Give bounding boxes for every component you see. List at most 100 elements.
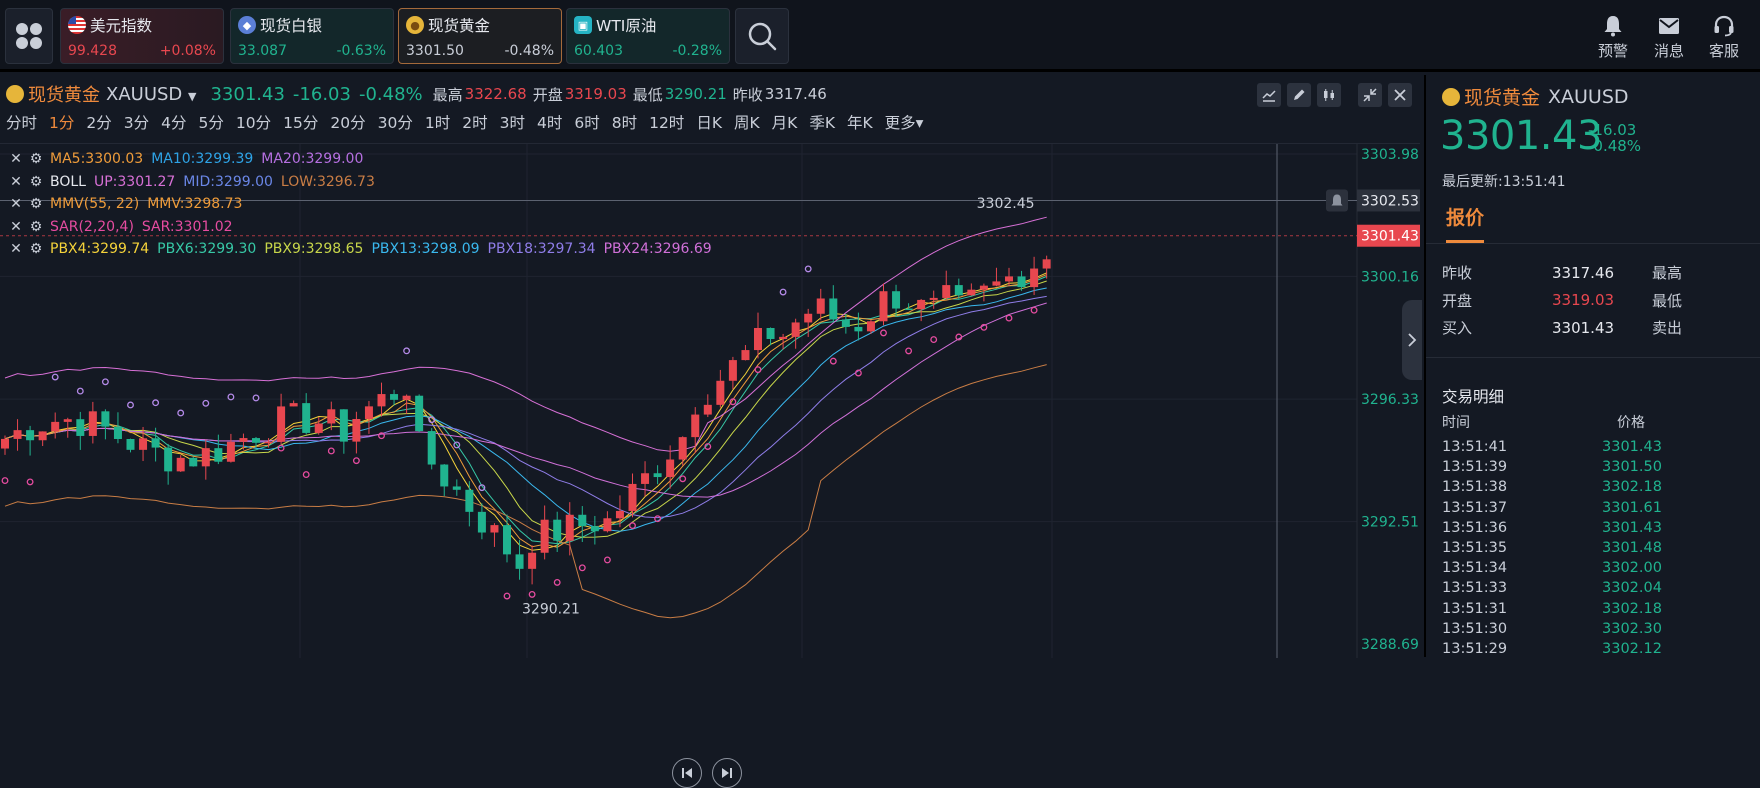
period-tab[interactable]: 1时 (425, 111, 450, 133)
period-tab[interactable]: 12时 (649, 111, 684, 133)
toggle-panel-button[interactable] (1402, 300, 1422, 380)
period-tab[interactable]: 15分 (283, 111, 318, 133)
candle-body (327, 409, 336, 424)
ma20-value: MA20:3299.00 (261, 151, 364, 168)
indicator-line (4, 302, 1047, 498)
gear-icon[interactable]: ⚙ (26, 151, 46, 167)
period-tab[interactable]: 4分 (161, 111, 186, 133)
trade-row: 13:51:38 3302.18 (1442, 479, 1662, 499)
apps-menu-button[interactable] (5, 8, 53, 64)
period-tab[interactable]: 5分 (199, 111, 224, 133)
ticker-wti-oil[interactable]: ▣ WTI原油 60.403 -0.28% (566, 8, 730, 64)
boll-band-line (4, 364, 1047, 619)
ticker-gold[interactable]: ● 现货黄金 3301.50 -0.48% (398, 8, 562, 64)
boll-low-value: LOW:3296.73 (280, 173, 375, 190)
pbx18-value: PBX18:3297.34 (487, 241, 596, 258)
candle-body (691, 414, 700, 438)
price-change-pct: -0.48% (358, 83, 423, 105)
ticker-silver[interactable]: ◆ 现货白银 33.087 -0.63% (230, 8, 394, 64)
low-value: 3290.21 (664, 85, 727, 103)
gear-icon[interactable]: ⚙ (26, 174, 46, 190)
trade-row: 13:51:37 3301.61 (1442, 500, 1662, 520)
skip-forward-icon (722, 768, 732, 778)
draw-tool-button[interactable] (1287, 83, 1311, 107)
close-icon[interactable]: ✕ (6, 151, 26, 167)
search-button[interactable] (735, 8, 789, 64)
crosshair-price-label: 3302.53 (1361, 193, 1419, 209)
tab-quote[interactable]: 报价 (1446, 203, 1484, 230)
period-tab[interactable]: 日K (696, 111, 722, 133)
close-icon[interactable]: ✕ (6, 241, 26, 257)
divider (1426, 357, 1760, 358)
period-tab[interactable]: 4时 (537, 111, 562, 133)
indicator-sar: ✕ ⚙ SAR(2,20,4) SAR:3301.02 (6, 216, 720, 239)
candle-body (63, 419, 72, 422)
period-tab[interactable]: 6时 (574, 111, 599, 133)
customer-service-button[interactable]: 客服 (1701, 14, 1747, 61)
period-tab[interactable]: 2时 (462, 111, 487, 133)
close-icon[interactable]: ✕ (6, 196, 26, 212)
ticker-usd-index[interactable]: 美元指数 99.428 +0.08% (60, 8, 224, 64)
period-tab[interactable]: 3时 (500, 111, 525, 133)
period-tab[interactable]: 10分 (236, 111, 271, 133)
pbx13-value: PBX13:3298.09 (371, 241, 480, 258)
close-icon[interactable]: ✕ (6, 219, 26, 235)
period-tab[interactable]: 周K (734, 111, 760, 133)
message-button[interactable]: 消息 (1646, 14, 1692, 61)
candle-body (1042, 259, 1051, 269)
trade-row: 13:51:35 3301.48 (1442, 540, 1662, 560)
period-tab[interactable]: 20分 (330, 111, 365, 133)
period-tab[interactable]: 1分 (49, 111, 74, 133)
candle-body (390, 394, 399, 400)
gear-icon[interactable]: ⚙ (26, 219, 46, 235)
chart-header: 现货黄金 XAUUSD ▼ 3301.43 -16.03 -0.48% 最高 33… (0, 75, 1420, 143)
candle-style-button[interactable] (1317, 83, 1341, 107)
quote-label: 最低 (1652, 291, 1683, 310)
period-tab[interactable]: 季K (809, 111, 835, 133)
candle-body (804, 313, 813, 323)
candle-body (553, 519, 562, 541)
candle-body (892, 291, 901, 309)
candle-body (201, 448, 210, 467)
gold-icon (1442, 87, 1460, 106)
period-tab[interactable]: 8时 (612, 111, 637, 133)
kline-chart[interactable]: 3303.98 3300.16 3296.33 3292.51 3288.69 3302.… (0, 143, 1420, 788)
scroll-to-start-button[interactable] (672, 758, 702, 788)
close-icon[interactable]: ✕ (6, 174, 26, 190)
candle-body (653, 473, 662, 478)
period-tab[interactable]: 年K (847, 111, 873, 133)
period-tab[interactable]: 分时 (6, 111, 37, 133)
sar-dot (905, 347, 913, 355)
collapse-icon (1363, 88, 1377, 102)
chart-type-button[interactable] (1257, 83, 1281, 107)
ticker-name: WTI原油 (596, 17, 657, 35)
candle-body (942, 285, 951, 298)
candle-body (879, 291, 888, 322)
period-tab[interactable]: 月K (772, 111, 798, 133)
candle-body (979, 285, 988, 290)
sar-dot (528, 590, 536, 598)
close-chart-button[interactable] (1388, 83, 1412, 107)
candle-body (452, 486, 461, 490)
trade-time: 13:51:36 (1442, 519, 1508, 536)
gear-icon[interactable]: ⚙ (26, 241, 46, 257)
sar-dot (503, 592, 511, 600)
trade-row: 13:51:36 3301.43 (1442, 520, 1662, 540)
quote-value: 3317.46 (1552, 263, 1615, 282)
period-tab[interactable]: 30分 (378, 111, 413, 133)
y-tick-label: 3292.51 (1361, 515, 1419, 531)
scroll-to-end-button[interactable] (712, 758, 742, 788)
period-tab[interactable]: 3分 (124, 111, 149, 133)
period-tab[interactable]: 更多▾ (885, 111, 924, 133)
gear-icon[interactable]: ⚙ (26, 196, 46, 212)
exit-fullscreen-button[interactable] (1358, 83, 1382, 107)
trade-price: 3302.30 (1602, 620, 1662, 637)
candle-body (26, 430, 35, 441)
high-label: 最高 (432, 85, 463, 104)
line-chart-icon (1262, 90, 1276, 102)
ma10-value: MA10:3299.39 (151, 151, 254, 168)
alert-button[interactable]: 预警 (1590, 14, 1636, 61)
period-tab[interactable]: 2分 (86, 111, 111, 133)
gold-icon: ● (406, 16, 424, 34)
instrument-code-dropdown[interactable]: XAUUSD ▼ (106, 84, 196, 105)
